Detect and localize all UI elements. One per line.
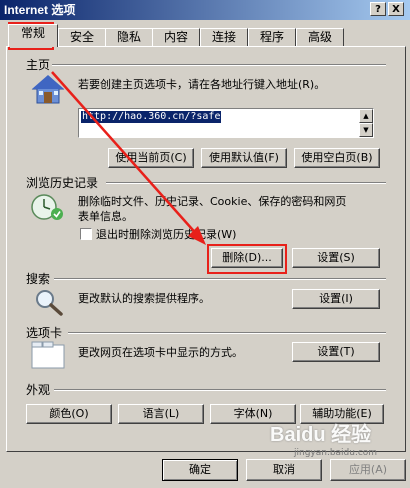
annotation-arrow <box>51 71 206 245</box>
baidu-watermark: Baidu 经验 <box>270 424 372 446</box>
tab-general[interactable]: 常规 <box>8 24 58 47</box>
watermark-url: jingyan.baidu.com <box>294 448 378 458</box>
